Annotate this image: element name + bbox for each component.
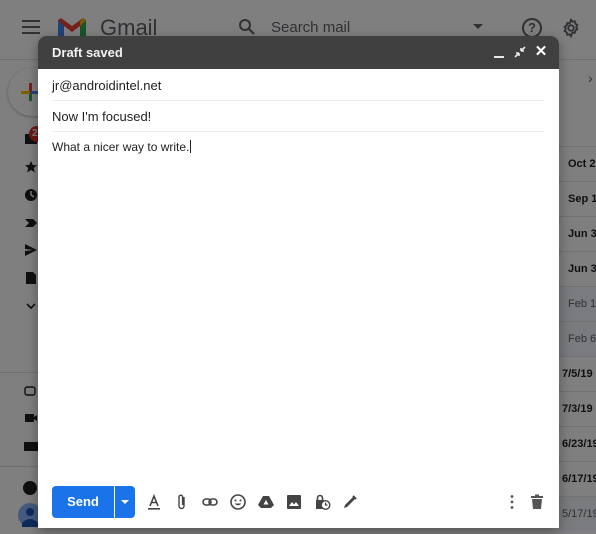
send-options-icon[interactable]	[115, 486, 135, 518]
compose-toolbar: Send	[38, 484, 559, 524]
photo-icon[interactable]	[284, 492, 304, 512]
confidential-mode-icon[interactable]	[312, 492, 332, 512]
send-button[interactable]: Send	[52, 486, 114, 518]
minimize-icon[interactable]	[490, 43, 508, 61]
text-cursor	[190, 140, 192, 153]
subject-field[interactable]: Now I'm focused!	[52, 101, 545, 132]
exit-full-screen-icon[interactable]	[511, 43, 529, 61]
compose-title: Draft saved	[52, 45, 123, 60]
emoji-icon[interactable]	[228, 492, 248, 512]
message-body-text: What a nicer way to write.	[52, 140, 190, 154]
signature-icon[interactable]	[340, 492, 360, 512]
attach-icon[interactable]	[172, 492, 192, 512]
message-body[interactable]: What a nicer way to write.	[52, 140, 192, 154]
more-options-icon[interactable]	[502, 492, 522, 512]
link-icon[interactable]	[200, 492, 220, 512]
formatting-icon[interactable]	[144, 492, 164, 512]
compose-header: Draft saved ✕	[38, 36, 559, 69]
close-icon[interactable]: ✕	[532, 43, 550, 61]
compose-dialog: Draft saved ✕ jr@androidintel.net Now I'…	[38, 36, 559, 528]
discard-draft-icon[interactable]	[527, 492, 547, 512]
drive-icon[interactable]	[256, 492, 276, 512]
to-field[interactable]: jr@androidintel.net	[52, 70, 545, 101]
